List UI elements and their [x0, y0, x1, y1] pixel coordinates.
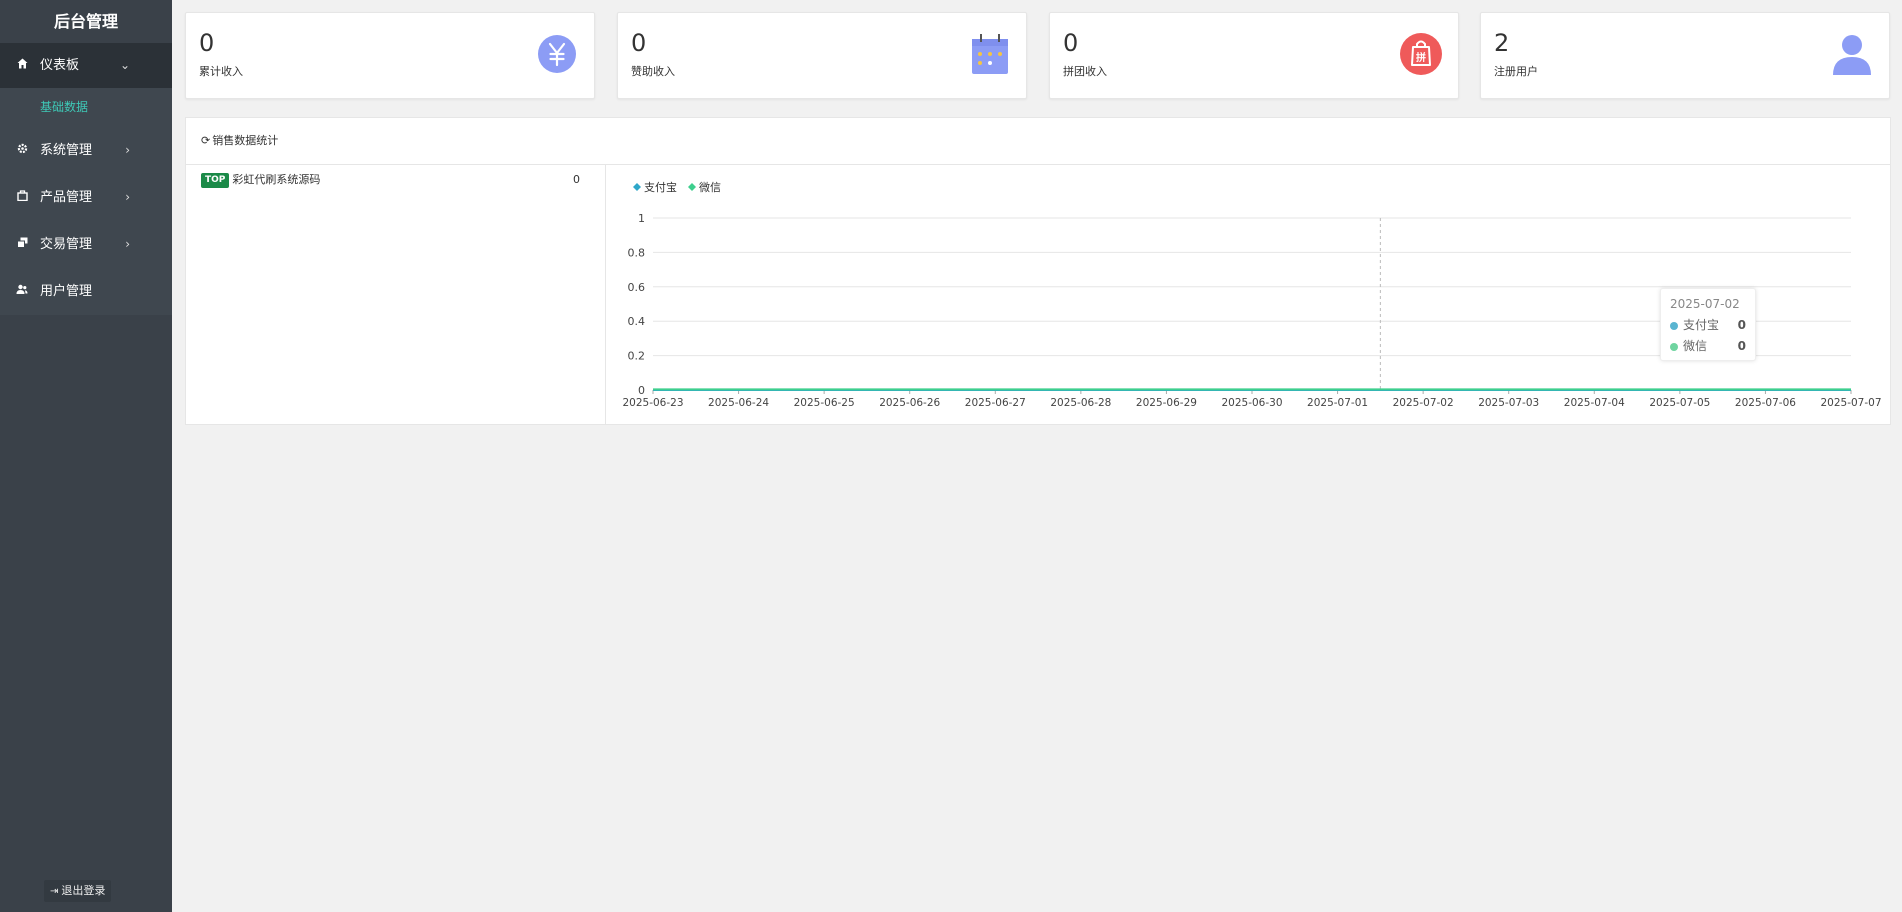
sidebar-item-transaction[interactable]: 交易管理 › [0, 221, 172, 268]
sidebar-item-label: 仪表板 [40, 58, 80, 73]
stat-value: 2 [1494, 29, 1510, 57]
refresh-icon[interactable]: ⟳ [201, 134, 210, 147]
chevron-right-icon: › [125, 190, 130, 204]
legend-item: 微信 [688, 180, 721, 194]
stat-card-group-income: 0 拼团收入 拼 [1049, 12, 1459, 99]
sidebar-subitem-basic-data[interactable]: 基础数据 [0, 88, 172, 127]
logout-button[interactable]: ⇥ 退出登录 [44, 880, 112, 902]
logout-label: 退出登录 [61, 884, 106, 897]
sidebar-menu: 仪表板 ⌄ 基础数据 系统管理 › 产品管理 › 交易管理 › 用户管理 [0, 43, 172, 315]
x-tick-label: 2025-06-24 [708, 397, 769, 409]
sidebar-item-dashboard[interactable]: 仪表板 ⌄ [0, 43, 172, 88]
x-tick-label: 2025-07-05 [1649, 397, 1710, 409]
x-tick-label: 2025-07-01 [1307, 397, 1368, 409]
stat-label: 注册用户 [1494, 65, 1538, 78]
y-tick-label: 0.2 [628, 350, 646, 363]
home-icon [15, 43, 29, 88]
stat-label: 拼团收入 [1063, 65, 1107, 78]
chevron-right-icon: › [125, 143, 130, 157]
users-icon [15, 268, 29, 315]
sidebar-item-product[interactable]: 产品管理 › [0, 174, 172, 221]
chart-tooltip: 2025-07-02 支付宝 0 微信 0 [1660, 288, 1756, 361]
yuan-icon [536, 33, 578, 75]
x-tick-label: 2025-06-26 [879, 397, 940, 409]
stat-card-total-income: 0 累计收入 [185, 12, 595, 99]
x-tick-label: 2025-06-29 [1136, 397, 1197, 409]
x-tick-label: 2025-07-02 [1393, 397, 1454, 409]
x-tick-label: 2025-06-28 [1050, 397, 1111, 409]
tooltip-date: 2025-07-02 [1670, 297, 1740, 311]
tooltip-series-value: 0 [1737, 318, 1746, 332]
sidebar-item-users[interactable]: 用户管理 [0, 268, 172, 315]
stat-value: 0 [631, 29, 647, 57]
legend-marker [633, 183, 641, 191]
stat-card-sponsor-income: 0 赞助收入 [617, 12, 1027, 99]
y-tick-label: 0.8 [628, 246, 646, 259]
product-ranking: TOP 彩虹代刷系统源码 0 [186, 165, 606, 424]
x-tick-label: 2025-06-27 [965, 397, 1026, 409]
stat-value: 0 [1063, 29, 1079, 57]
stat-label: 累计收入 [199, 65, 243, 78]
tooltip-series-name: 支付宝 [1683, 318, 1720, 332]
tooltip-series-value: 0 [1737, 339, 1746, 353]
user-icon [1831, 33, 1873, 75]
sidebar-subitem-label: 基础数据 [40, 100, 89, 114]
stat-card-registered-users: 2 注册用户 [1480, 12, 1890, 99]
x-tick-label: 2025-07-07 [1820, 397, 1881, 409]
tooltip-dot [1670, 343, 1678, 351]
x-tick-label: 2025-06-30 [1221, 397, 1282, 409]
top-badge: TOP [201, 172, 230, 188]
legend-marker [688, 183, 696, 191]
x-tick-label: 2025-06-25 [794, 397, 855, 409]
product-icon [15, 174, 29, 221]
sidebar-item-label: 交易管理 [40, 237, 93, 252]
sales-panel: ⟳ 销售数据统计 TOP 彩虹代刷系统源码 0 0 0.2 0.4 0.6 0.8 1 2025… [185, 117, 1891, 425]
stat-label: 赞助收入 [631, 65, 675, 78]
svg-text:拼: 拼 [1416, 51, 1426, 64]
sidebar-item-label: 用户管理 [40, 284, 93, 299]
legend-item: 支付宝 [633, 180, 677, 194]
logout-icon: ⇥ [50, 886, 59, 897]
y-tick-label: 0 [638, 384, 645, 397]
transaction-icon [15, 221, 29, 268]
tooltip-row: 微信 0 [1670, 336, 1746, 357]
ranking-row: TOP 彩虹代刷系统源码 0 [186, 165, 605, 195]
y-tick-label: 1 [638, 212, 645, 225]
y-tick-label: 0.6 [628, 281, 646, 294]
legend-label: 支付宝 [644, 180, 677, 194]
y-tick-label: 0.4 [628, 315, 646, 328]
group-buy-bag-icon: 拼 [1400, 33, 1442, 75]
chevron-right-icon: › [125, 237, 130, 251]
x-tick-label: 2025-07-03 [1478, 397, 1539, 409]
chevron-down-icon: ⌄ [119, 58, 130, 72]
calendar-icon [968, 33, 1010, 75]
tooltip-series-name: 微信 [1683, 339, 1708, 353]
ranking-value: 0 [573, 173, 580, 186]
legend-label: 微信 [699, 180, 721, 194]
sidebar: 后台管理 仪表板 ⌄ 基础数据 系统管理 › 产品管理 › 交易管理 › 用户管… [0, 0, 172, 912]
ranking-product-name: 彩虹代刷系统源码 [232, 173, 321, 186]
brand-title: 后台管理 [53, 12, 118, 31]
sidebar-item-system[interactable]: 系统管理 › [0, 127, 172, 174]
sidebar-item-label: 系统管理 [40, 143, 93, 158]
sidebar-item-label: 产品管理 [40, 190, 93, 205]
tooltip-dot [1670, 322, 1678, 330]
x-tick-label: 2025-06-23 [622, 397, 683, 409]
tooltip-row: 支付宝 0 [1670, 315, 1746, 336]
sales-panel-title: 销售数据统计 [212, 134, 279, 147]
x-tick-label: 2025-07-04 [1564, 397, 1625, 409]
sales-panel-header: ⟳ 销售数据统计 [186, 118, 1890, 165]
stat-value: 0 [199, 29, 215, 57]
x-tick-label: 2025-07-06 [1735, 397, 1796, 409]
gear-icon [15, 127, 29, 174]
